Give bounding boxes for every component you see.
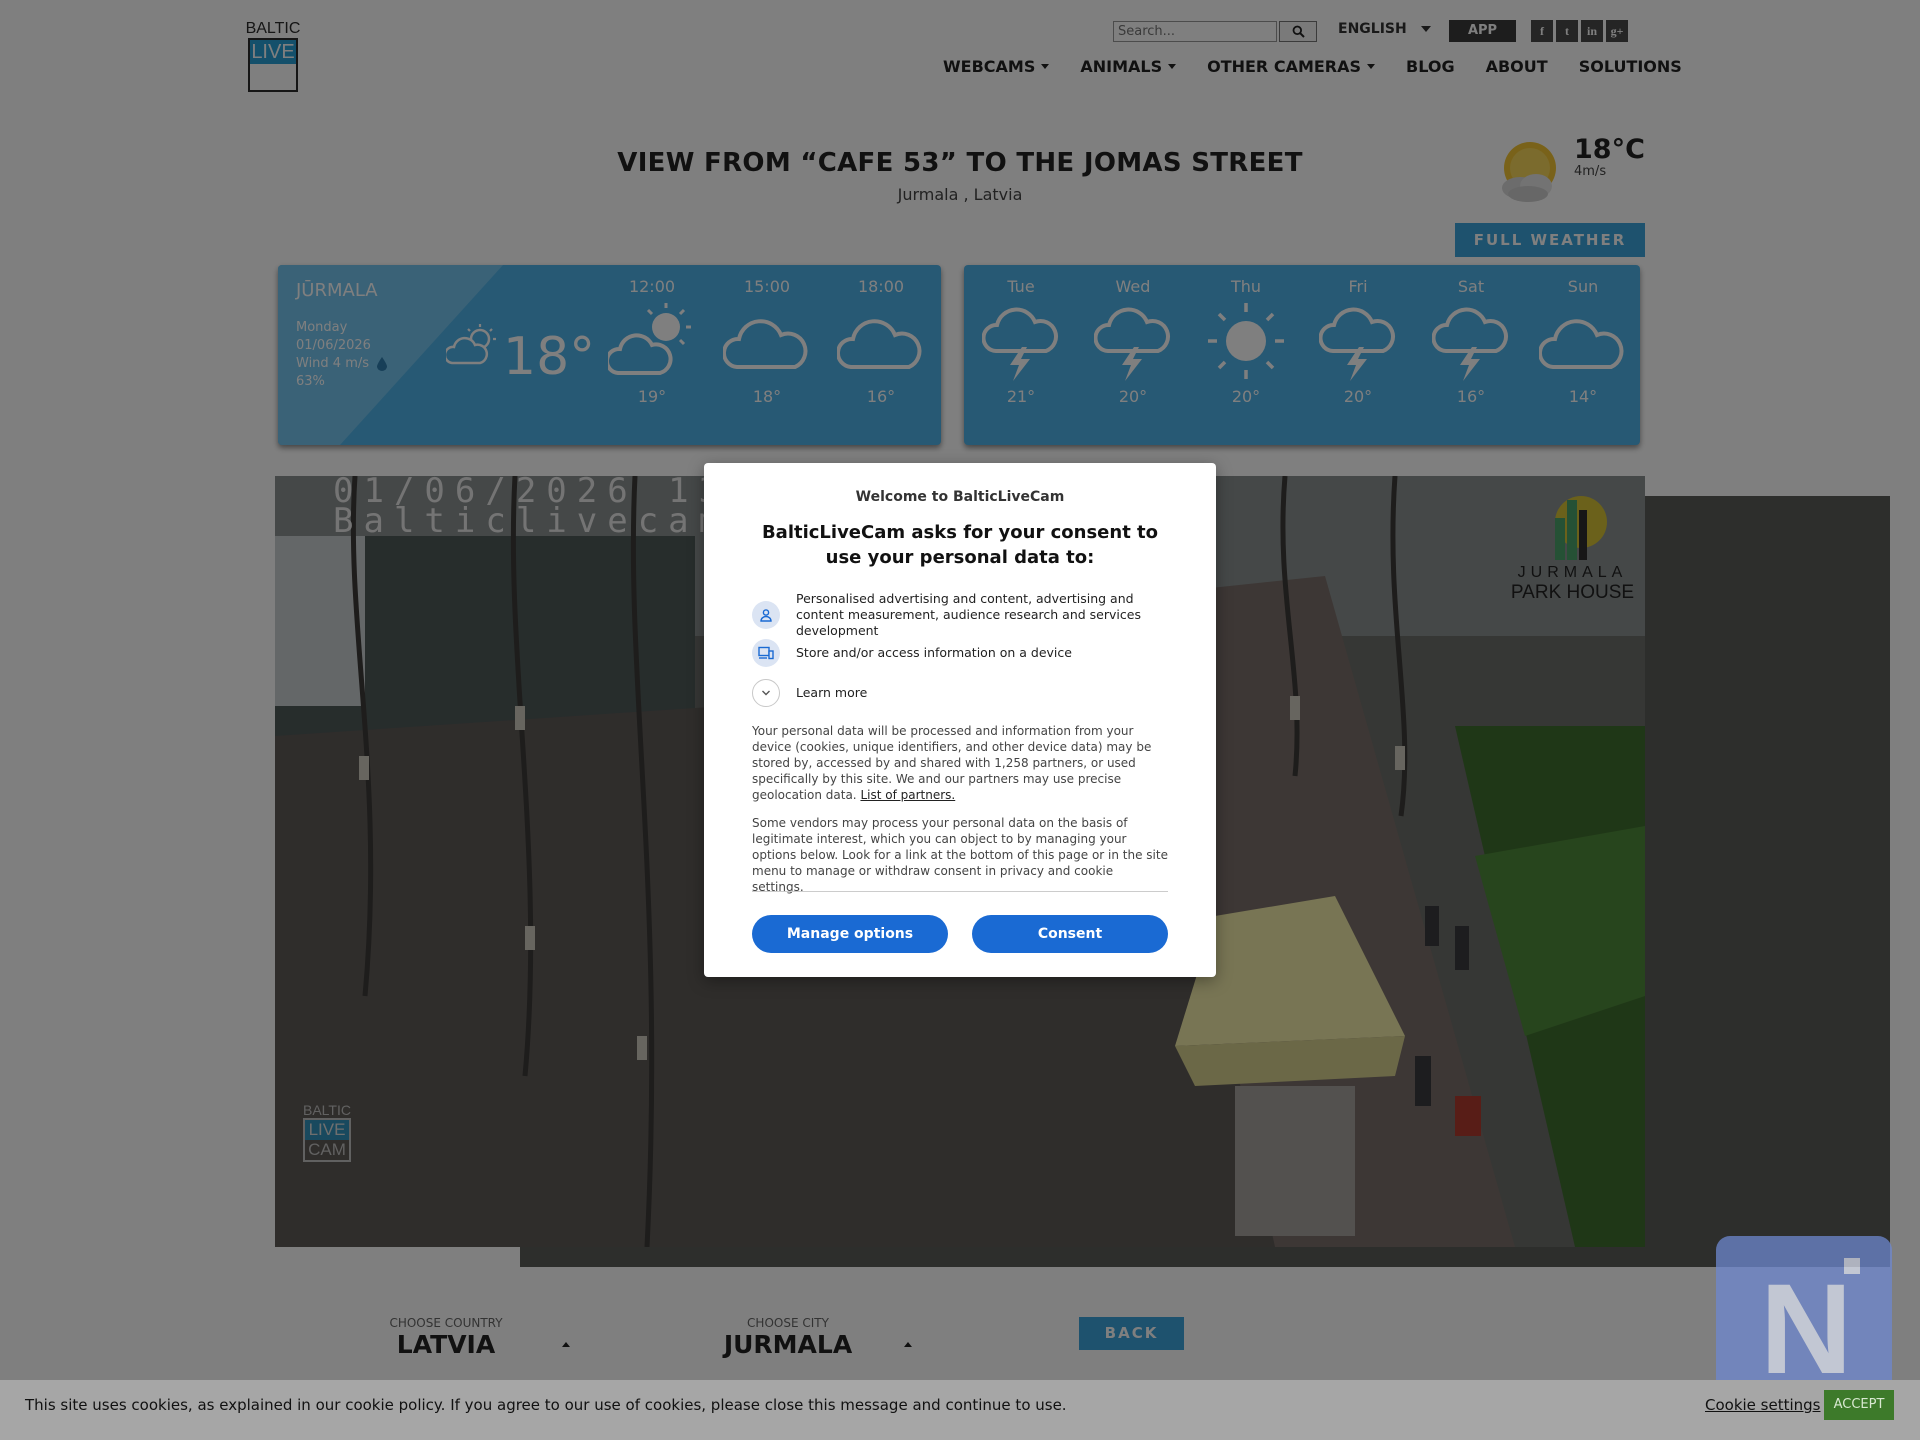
person-icon <box>752 601 780 629</box>
consent-divider <box>752 891 1168 892</box>
cookie-notice-text: This site uses cookies, as explained in … <box>25 1396 1067 1414</box>
chevron-down-icon <box>752 679 780 707</box>
learn-more-label: Learn more <box>796 685 868 700</box>
consent-paragraph: Some vendors may process your personal d… <box>752 816 1168 894</box>
consent-button[interactable]: Consent <box>972 915 1168 953</box>
learn-more-toggle[interactable]: Learn more <box>752 679 1168 707</box>
manage-options-button[interactable]: Manage options <box>752 915 948 953</box>
consent-welcome: Welcome to BalticLiveCam <box>855 489 1065 505</box>
consent-dialog: Welcome to BalticLiveCam BalticLiveCam a… <box>704 463 1216 977</box>
consent-purpose-text: Store and/or access information on a dev… <box>796 645 1072 660</box>
consent-heading: BalticLiveCam asks for your consent to u… <box>761 522 1159 568</box>
consent-purpose-item: Personalised advertising and content, ad… <box>752 591 1168 639</box>
consent-purpose-text: Personalised advertising and content, ad… <box>796 591 1141 638</box>
partners-list-link[interactable]: List of partners. <box>860 788 955 802</box>
device-icon <box>752 639 780 667</box>
consent-purpose-item: Store and/or access information on a dev… <box>752 639 1168 667</box>
cookie-accept-button[interactable]: ACCEPT <box>1824 1390 1894 1420</box>
n-logo-icon: N <box>1760 1258 1853 1401</box>
consent-paragraph: Your personal data will be processed and… <box>752 724 1152 802</box>
cookie-settings-link[interactable]: Cookie settings <box>1705 1396 1821 1414</box>
